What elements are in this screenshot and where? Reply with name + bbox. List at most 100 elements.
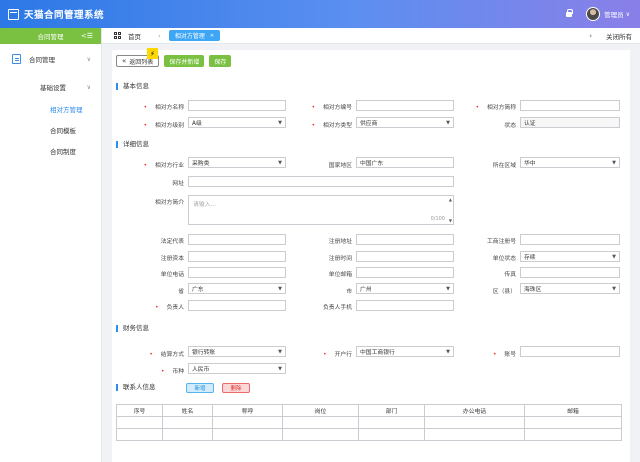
email-input[interactable] xyxy=(356,267,454,278)
website-input[interactable] xyxy=(188,176,454,187)
section-detail-info: 详细信息 xyxy=(116,141,149,148)
chevron-down-icon[interactable]: ∨ xyxy=(626,11,630,18)
biz-no-input[interactable] xyxy=(520,234,620,245)
intro-placeholder: 请输入... xyxy=(193,202,216,208)
chevron-down-icon: ▼ xyxy=(612,285,616,292)
label-country: 国家地区 xyxy=(328,163,352,169)
avatar[interactable] xyxy=(586,7,601,21)
section-contact-info: 联系人信息 xyxy=(116,384,156,391)
fax-input[interactable] xyxy=(520,267,620,278)
reg-addr-input[interactable] xyxy=(356,234,454,245)
add-contact-button[interactable]: 新增 xyxy=(186,383,214,393)
scroll-up-icon[interactable]: ▲ xyxy=(449,197,452,202)
owner-phone-input[interactable] xyxy=(356,300,454,311)
tab-counterparty[interactable]: 相对方管理 ✕ xyxy=(168,30,221,41)
chevron-down-icon: ▼ xyxy=(446,285,450,292)
unit-status-select[interactable]: 存续 ▼ xyxy=(520,251,620,262)
label-website: 网址 xyxy=(172,181,184,187)
sidebar-item-policy[interactable]: 合同制度 xyxy=(0,140,101,161)
sidebar-sub-basic-settings[interactable]: 基础设置 ∨ xyxy=(0,76,101,98)
scroll-down-icon[interactable]: ▼ xyxy=(449,218,452,223)
sidebar-item-template[interactable]: 合同模板 xyxy=(0,119,101,140)
chevron-left-icon[interactable]: ‹ xyxy=(158,32,161,40)
document-icon xyxy=(12,54,21,64)
save-and-new-button[interactable]: 保存并新增 xyxy=(164,55,205,67)
label-owner-phone: 负责人手机 xyxy=(323,305,352,311)
table-header-row: 序号 姓名 称呼 岗位 部门 办公电话 邮箱 xyxy=(116,404,622,417)
level-select[interactable]: A级 ▼ xyxy=(188,117,286,128)
delete-contact-button[interactable]: 删除 xyxy=(222,383,250,393)
save-button[interactable]: 保存 xyxy=(209,55,232,67)
code-input[interactable] xyxy=(356,100,454,111)
username[interactable]: 管理员 xyxy=(604,9,624,19)
province-select[interactable]: 广东 ▼ xyxy=(188,283,286,294)
sidebar-group-label: 合同管理 xyxy=(29,56,55,64)
app-title: 天猫合同管理系统 xyxy=(24,10,105,21)
chevron-down-icon: ▼ xyxy=(612,253,616,260)
sidebar-header-label: 合同管理 xyxy=(37,33,64,41)
chevron-down-icon: ▼ xyxy=(446,348,450,355)
section-finance-info: 财务信息 xyxy=(116,325,149,332)
region-select[interactable]: 华中 ▼ xyxy=(520,157,620,168)
lock-icon[interactable] xyxy=(566,8,574,17)
label-level: • 相对方级别 xyxy=(143,123,184,129)
name-input[interactable] xyxy=(188,100,286,111)
close-all-tabs[interactable]: 关闭所有 xyxy=(606,31,632,41)
close-icon[interactable]: ✕ xyxy=(210,33,214,39)
industry-select[interactable]: 采购类 ▼ xyxy=(188,157,286,168)
chevron-down-icon: ∨ xyxy=(86,55,91,63)
tab-bar: 首页 ‹ 相对方管理 ✕ › 关闭所有 xyxy=(102,28,640,44)
tab-home-label: 首页 xyxy=(128,32,141,41)
section-basic-info: 基本信息 xyxy=(116,83,149,90)
short-name-input[interactable] xyxy=(520,100,620,111)
label-owner: • 负责人 xyxy=(155,305,184,311)
sidebar: 合同管理 <☰ 合同管理 ∨ 基础设置 ∨ 相对方管理 合同模板 合同制度 xyxy=(0,28,102,462)
district-select[interactable]: 海珠区 ▼ xyxy=(520,283,620,294)
status-field: 认证 xyxy=(520,117,620,128)
tab-label: 相对方管理 xyxy=(174,33,205,40)
col-position: 岗位 xyxy=(282,404,359,417)
tab-home[interactable]: 首页 xyxy=(102,31,158,41)
label-capital: 注册资本 xyxy=(160,256,184,262)
label-intro: 相对方简介 xyxy=(155,200,184,206)
type-select[interactable]: 供应商 ▼ xyxy=(356,117,454,128)
label-status: 状态 xyxy=(504,123,516,129)
chevron-right-icon[interactable]: › xyxy=(589,32,592,40)
sidebar-item-counterparty[interactable]: 相对方管理 xyxy=(0,98,101,119)
country-input[interactable]: 中国广东 xyxy=(356,157,454,168)
chevron-down-icon: ▼ xyxy=(278,159,282,166)
bank-select[interactable]: 中国工商银行 ▼ xyxy=(356,346,454,357)
sidebar-sub-label: 基础设置 xyxy=(40,84,66,92)
chevron-down-icon: ∨ xyxy=(86,83,91,91)
city-select[interactable]: 广州 ▼ xyxy=(356,283,454,294)
currency-select[interactable]: 人民币 ▼ xyxy=(188,363,286,374)
label-account: • 账号 xyxy=(492,352,516,358)
account-input[interactable] xyxy=(520,346,620,357)
chevron-down-icon: ▼ xyxy=(278,119,282,126)
sidebar-group-contract[interactable]: 合同管理 ∨ xyxy=(0,48,101,70)
char-count: 0/100 xyxy=(430,216,445,222)
label-phone: 单位电话 xyxy=(160,272,184,278)
reg-time-input[interactable] xyxy=(356,251,454,262)
main-content: « 返回列表 保存并新增 保存 ⚡ 基本信息 • 相对方名称 • 相对方编号 • 相对… xyxy=(112,48,630,462)
label-name: • 相对方名称 xyxy=(143,105,184,111)
label-email: 单位邮箱 xyxy=(328,272,352,278)
capital-input[interactable] xyxy=(188,251,286,262)
label-city: 市 xyxy=(346,289,352,295)
legal-input[interactable] xyxy=(188,234,286,245)
app-logo-icon xyxy=(8,8,19,20)
settle-select[interactable]: 银行转账 ▼ xyxy=(188,346,286,357)
table-row[interactable] xyxy=(116,428,622,441)
label-district: 区（县） xyxy=(492,289,516,295)
phone-input[interactable] xyxy=(188,267,286,278)
intro-textarea[interactable]: 请输入... 0/100 ▲ ▼ xyxy=(188,195,454,225)
collapse-menu-icon[interactable]: <☰ xyxy=(81,32,93,40)
label-reg-time: 注册时间 xyxy=(328,256,352,262)
contact-table: 序号 姓名 称呼 岗位 部门 办公电话 邮箱 xyxy=(116,404,622,441)
lightning-icon: ⚡ xyxy=(147,48,158,59)
label-code: • 相对方编号 xyxy=(311,105,352,111)
double-chevron-left-icon: « xyxy=(122,57,127,65)
table-row[interactable] xyxy=(116,416,622,429)
label-biz-no: 工商注册号 xyxy=(487,239,516,245)
owner-input[interactable] xyxy=(188,300,286,311)
